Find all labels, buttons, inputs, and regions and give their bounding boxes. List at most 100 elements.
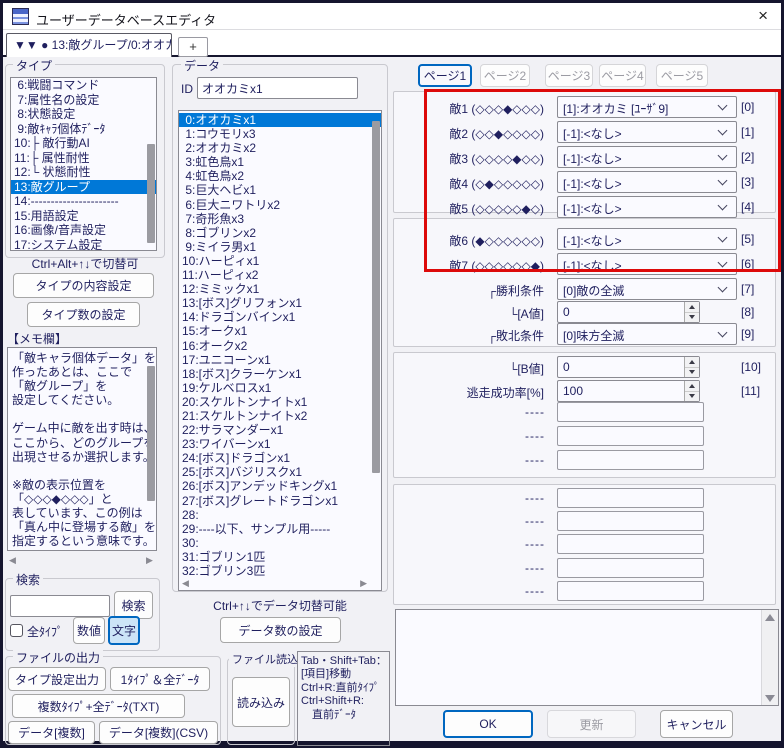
chevron-down-icon bbox=[718, 151, 728, 161]
data-caption: データ bbox=[181, 57, 223, 74]
data-multi-button[interactable]: データ[複数] bbox=[8, 721, 95, 744]
multi-type-all-data-txt-button[interactable]: 複数ﾀｲﾌﾟ+全ﾃﾞｰﾀ(TXT) bbox=[12, 694, 185, 718]
victory-condition-dropdown[interactable]: [0]敵の全滅 bbox=[557, 278, 737, 300]
escape-rate-index: [11] bbox=[741, 384, 760, 398]
enemy4-dropdown[interactable]: [-1]:<なし> bbox=[557, 171, 737, 193]
a-value-spinner[interactable]: 0 bbox=[557, 301, 700, 323]
scroll-down-icon[interactable] bbox=[762, 691, 778, 705]
defeat-condition-label: ┌敗北条件 bbox=[408, 327, 544, 344]
all-types-checkbox[interactable] bbox=[10, 624, 23, 637]
unused-field-label: ---- bbox=[460, 584, 545, 598]
enemy1-row: 敵1 (◇◇◇◆◇◇◇) [1]:オオカミ [ﾕｰｻﾞ9] [0] bbox=[0, 96, 784, 118]
chevron-down-icon bbox=[718, 233, 728, 243]
close-icon[interactable]: × bbox=[758, 6, 768, 26]
enemy1-dropdown[interactable]: [1]:オオカミ [ﾕｰｻﾞ9] bbox=[557, 96, 737, 118]
page-tab-4[interactable]: ページ4 bbox=[599, 64, 646, 87]
b-value: 0 bbox=[563, 360, 570, 374]
victory-condition-label: ┌勝利条件 bbox=[408, 282, 544, 299]
unused-field-input[interactable] bbox=[557, 581, 704, 601]
search-numeric-toggle[interactable]: 数値 bbox=[73, 617, 105, 644]
type-settings-output-button[interactable]: タイプ設定出力 bbox=[8, 667, 106, 691]
enemy4-row: 敵4 (◇◆◇◇◇◇◇) [-1]:<なし> [3] bbox=[0, 171, 784, 193]
unused-field-input[interactable] bbox=[557, 488, 704, 508]
enemy2-index: [1] bbox=[741, 125, 754, 139]
tab-active-document[interactable]: ▼▼ ● 13:敵グループ/0:オオカ.. bbox=[6, 33, 172, 57]
search-text-toggle[interactable]: 文字 bbox=[108, 616, 140, 645]
data-count-settings-button[interactable]: データ数の設定 bbox=[220, 617, 341, 643]
unused-field-label: ---- bbox=[460, 537, 545, 551]
escape-rate-row: 逃走成功率[%] 100 [11] bbox=[0, 380, 784, 402]
escape-rate-spinner[interactable]: 100 bbox=[557, 380, 700, 402]
one-type-all-data-button[interactable]: 1ﾀｲﾌﾟ＆全ﾃﾞｰﾀ bbox=[110, 667, 210, 691]
defeat-condition-dropdown[interactable]: [0]味方全滅 bbox=[557, 323, 737, 345]
a-value-label: └[A値] bbox=[408, 305, 544, 322]
victory-condition-row: ┌勝利条件 [0]敵の全滅 [7] bbox=[0, 278, 784, 300]
defeat-condition-value: [0]味方全滅 bbox=[563, 327, 624, 344]
shortcut-note: Tab・Shift+Tab： [項目]移動 Ctrl+R:直前ﾀｲﾌﾟ Ctrl… bbox=[297, 651, 390, 746]
page-tab-5[interactable]: ページ5 bbox=[656, 64, 708, 87]
chevron-down-icon bbox=[718, 328, 728, 338]
data-multi-csv-button[interactable]: データ[複数](CSV) bbox=[99, 721, 218, 744]
id-label: ID bbox=[181, 82, 193, 96]
user-database-editor-window: ユーザーデータベースエディタ × ▼▼ ● 13:敵グループ/0:オオカ.. +… bbox=[0, 0, 784, 748]
enemy1-index: [0] bbox=[741, 100, 754, 114]
enemy6-row: 敵6 (◆◇◇◇◇◇◇) [-1]:<なし> [5] bbox=[0, 228, 784, 250]
defeat-condition-row: ┌敗北条件 [0]味方全滅 [9] bbox=[0, 323, 784, 345]
ok-button[interactable]: OK bbox=[443, 710, 533, 738]
unused-field-row: ---- bbox=[0, 402, 784, 424]
enemy5-value: [-1]:<なし> bbox=[563, 200, 622, 217]
unused-field-input[interactable] bbox=[557, 426, 704, 446]
new-tab-button[interactable]: + bbox=[178, 37, 208, 57]
enemy2-row: 敵2 (◇◇◆◇◇◇◇) [-1]:<なし> [1] bbox=[0, 121, 784, 143]
page-tab-2[interactable]: ページ2 bbox=[480, 64, 530, 87]
unused-field-row: ---- bbox=[0, 558, 784, 580]
unused-field-label: ---- bbox=[460, 514, 545, 528]
entry-memo-scrollbar[interactable] bbox=[761, 610, 778, 705]
entry-memo-textarea[interactable] bbox=[395, 609, 779, 706]
escape-rate-label: 逃走成功率[%] bbox=[408, 384, 544, 401]
type-caption: タイプ bbox=[13, 57, 55, 74]
unused-field-input[interactable] bbox=[557, 402, 704, 422]
a-value-row: └[A値] 0 [8] bbox=[0, 301, 784, 323]
page-tab-3[interactable]: ページ3 bbox=[545, 64, 593, 87]
unused-field-input[interactable] bbox=[557, 558, 704, 578]
enemy2-dropdown[interactable]: [-1]:<なし> bbox=[557, 121, 737, 143]
spinner-arrows-icon[interactable] bbox=[684, 381, 699, 401]
enemy4-index: [3] bbox=[741, 175, 754, 189]
cancel-button[interactable]: キャンセル bbox=[660, 710, 733, 738]
update-button[interactable]: 更新 bbox=[547, 710, 636, 738]
enemy2-value: [-1]:<なし> bbox=[563, 125, 622, 142]
enemy4-label: 敵4 (◇◆◇◇◇◇◇) bbox=[408, 175, 544, 192]
type-list-item[interactable]: 6:戦闘コマンド bbox=[11, 78, 156, 93]
unused-field-input[interactable] bbox=[557, 450, 704, 470]
victory-condition-value: [0]敵の全滅 bbox=[563, 282, 624, 299]
window-title: ユーザーデータベースエディタ bbox=[36, 10, 216, 29]
load-file-button[interactable]: 読み込み bbox=[232, 677, 290, 727]
unused-field-input[interactable] bbox=[557, 511, 704, 531]
enemy2-label: 敵2 (◇◇◆◇◇◇◇) bbox=[408, 125, 544, 142]
enemy3-label: 敵3 (◇◇◇◇◆◇◇) bbox=[408, 150, 544, 167]
enemy5-dropdown[interactable]: [-1]:<なし> bbox=[557, 196, 737, 218]
b-value-spinner[interactable]: 0 bbox=[557, 356, 700, 378]
defeat-condition-index: [9] bbox=[741, 327, 754, 341]
enemy6-dropdown[interactable]: [-1]:<なし> bbox=[557, 228, 737, 250]
enemy1-label: 敵1 (◇◇◇◆◇◇◇) bbox=[408, 100, 544, 117]
enemy3-dropdown[interactable]: [-1]:<なし> bbox=[557, 146, 737, 168]
unused-field-row: ---- bbox=[0, 488, 784, 510]
scroll-up-icon[interactable] bbox=[762, 610, 778, 624]
unused-field-row: ---- bbox=[0, 511, 784, 533]
tab-bar: ▼▼ ● 13:敵グループ/0:オオカ.. + bbox=[3, 30, 781, 57]
unused-field-label: ---- bbox=[460, 453, 545, 467]
enemy4-value: [-1]:<なし> bbox=[563, 175, 622, 192]
title-bar: ユーザーデータベースエディタ × bbox=[3, 3, 781, 30]
enemy6-value: [-1]:<なし> bbox=[563, 232, 622, 249]
unused-field-input[interactable] bbox=[557, 534, 704, 554]
spinner-arrows-icon[interactable] bbox=[684, 302, 699, 322]
enemy5-label: 敵5 (◇◇◇◇◇◆◇) bbox=[408, 200, 544, 217]
page-tab-1[interactable]: ページ1 bbox=[418, 64, 472, 87]
file-output-caption: ファイルの出力 bbox=[13, 649, 103, 666]
spinner-arrows-icon[interactable] bbox=[684, 357, 699, 377]
victory-condition-index: [7] bbox=[741, 282, 754, 296]
enemy7-dropdown[interactable]: [-1]:<なし> bbox=[557, 253, 737, 275]
b-value-label: └[B値] bbox=[408, 360, 544, 377]
